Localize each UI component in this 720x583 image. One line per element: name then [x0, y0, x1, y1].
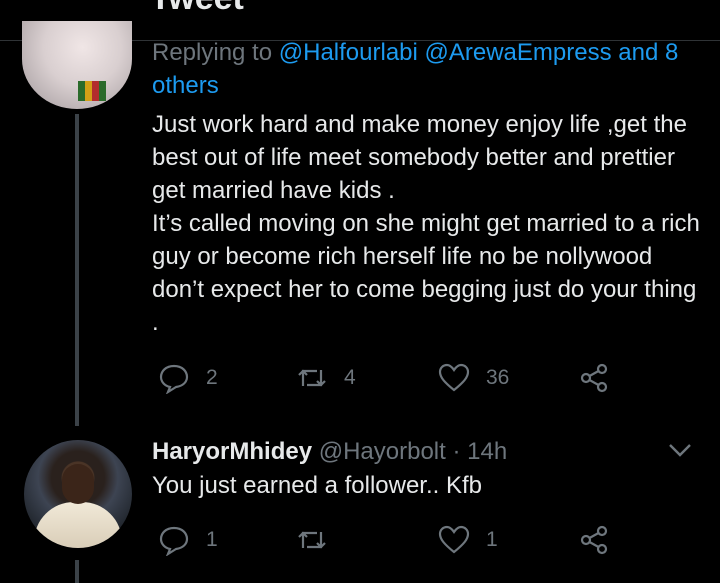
retweet-arrows-icon: [298, 369, 326, 387]
heart-icon: [438, 363, 470, 392]
like-button[interactable]: 36: [438, 358, 509, 398]
heart-icon: [438, 525, 470, 554]
like-count: 1: [486, 528, 498, 551]
replying-to: Replying to @Halfourlabi @ArewaEmpress a…: [152, 36, 712, 102]
share-nodes-icon: [580, 525, 608, 555]
reply-button[interactable]: 1: [158, 520, 218, 560]
thread-line: [75, 560, 79, 583]
tweet-text: You just earned a follower.. Kfb: [152, 472, 482, 499]
user-handle[interactable]: @Hayorbolt: [319, 438, 446, 465]
tweet-actions: 2 4 36: [0, 358, 720, 398]
replying-to-label: Replying to: [152, 39, 279, 66]
avatar-face: [62, 464, 94, 504]
reply-count: 2: [206, 366, 218, 389]
timestamp[interactable]: 14h: [467, 438, 507, 465]
share-button[interactable]: [578, 358, 610, 398]
retweet-button[interactable]: [296, 520, 344, 560]
tweet-actions: 1 1: [0, 520, 720, 560]
retweet-count: 4: [344, 366, 356, 389]
avatar[interactable]: [22, 21, 132, 109]
separator: ·: [445, 438, 468, 465]
page-title: Tweet: [150, 0, 244, 18]
reply-count: 1: [206, 528, 218, 551]
tweet-paragraph: It’s called moving on she might get marr…: [152, 210, 700, 336]
retweet-arrows-icon: [298, 531, 326, 549]
tweet-author: HaryorMhidey @Hayorbolt · 14h: [152, 436, 507, 468]
speech-bubble-icon: [159, 364, 189, 394]
chevron-down-icon[interactable]: [666, 440, 694, 460]
like-button[interactable]: 1: [438, 520, 498, 560]
retweet-button[interactable]: 4: [296, 358, 356, 398]
share-button[interactable]: [578, 520, 610, 560]
like-count: 36: [486, 366, 510, 389]
speech-bubble-icon: [159, 526, 189, 556]
display-name[interactable]: HaryorMhidey: [152, 438, 312, 465]
tweet-paragraph: Just work hard and make money enjoy life…: [152, 111, 687, 204]
reply-button[interactable]: 2: [158, 358, 218, 398]
back-arrow-icon[interactable]: [40, 0, 80, 10]
avatar-clothing: [78, 81, 106, 101]
share-nodes-icon: [580, 363, 608, 393]
tweet-text: Just work hard and make money enjoy life…: [152, 108, 702, 339]
